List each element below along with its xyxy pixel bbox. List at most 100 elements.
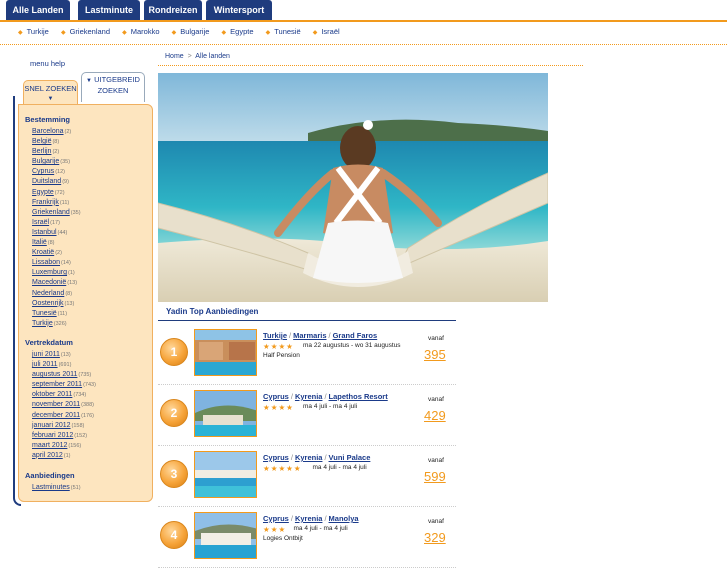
hotel-thumbnail[interactable] xyxy=(194,512,257,559)
offer-row[interactable]: 2 Cyprus / Kyrenia / Lapethos Resort ★★★★ ma 4 … xyxy=(158,386,456,446)
bestemming-item[interactable]: Duitsland(9) xyxy=(32,177,81,187)
tab-lastminute[interactable]: Lastminute xyxy=(78,0,140,21)
bestemming-item-label[interactable]: Barcelona xyxy=(32,128,64,135)
bestemming-item-label[interactable]: Italië xyxy=(32,239,47,246)
bestemming-item[interactable]: Israël(17) xyxy=(32,218,81,228)
bestemming-item[interactable]: Italië(8) xyxy=(32,238,81,248)
bestemming-item-label[interactable]: Bulgarije xyxy=(32,158,59,165)
offer-price-link[interactable]: 429 xyxy=(424,408,446,423)
offer-country-link[interactable]: Turkije xyxy=(263,331,287,340)
bestemming-item-label[interactable]: Griekenland xyxy=(32,209,70,216)
offer-price-link[interactable]: 599 xyxy=(424,469,446,484)
menu-help-link[interactable]: menu help xyxy=(30,59,65,68)
country-link-griekenland[interactable]: Griekenland xyxy=(61,27,110,36)
bestemming-item-label[interactable]: Luxemburg xyxy=(32,269,67,276)
bestemming-item-label[interactable]: Egypte xyxy=(32,189,54,196)
vertrekdatum-item[interactable]: juli 2011(691) xyxy=(32,360,96,370)
bestemming-item[interactable]: Nederland(8) xyxy=(32,289,81,299)
bestemming-item-label[interactable]: Berlijn xyxy=(32,148,51,155)
tab-snel-zoeken[interactable]: SNEL ZOEKEN ▼ xyxy=(23,80,78,106)
bestemming-item[interactable]: Oostenrijk(13) xyxy=(32,299,81,309)
bestemming-item-label[interactable]: Lissabon xyxy=(32,259,60,266)
bestemming-item[interactable]: Istanbul(44) xyxy=(32,228,81,238)
bestemming-item[interactable]: Macedonië(13) xyxy=(32,278,81,288)
hotel-thumbnail[interactable] xyxy=(194,451,257,498)
vertrekdatum-item[interactable]: juni 2011(13) xyxy=(32,350,96,360)
bestemming-item[interactable]: Cyprus(12) xyxy=(32,167,81,177)
vertrekdatum-item-label[interactable]: april 2012 xyxy=(32,452,63,459)
aanbieding-item[interactable]: Lastminutes(51) xyxy=(32,483,81,493)
vertrekdatum-item-label[interactable]: augustus 2011 xyxy=(32,371,77,378)
bestemming-item[interactable]: Barcelona(2) xyxy=(32,127,81,137)
bestemming-item[interactable]: Luxemburg(1) xyxy=(32,268,81,278)
hotel-thumbnail[interactable] xyxy=(194,390,257,437)
vertrekdatum-item-label[interactable]: oktober 2011 xyxy=(32,391,72,398)
tab-wintersport[interactable]: Wintersport xyxy=(206,0,272,21)
offer-region-link[interactable]: Kyrenia xyxy=(295,514,323,523)
offer-hotel-link[interactable]: Grand Faros xyxy=(333,331,378,340)
offer-row[interactable]: 3 Cyprus / Kyrenia / Vuni Palace ★★★★★ ma 4 jul… xyxy=(158,447,456,507)
vertrekdatum-item[interactable]: september 2011(743) xyxy=(32,380,96,390)
country-link-israel[interactable]: Israël xyxy=(313,27,340,36)
tab-uitgebreid-zoeken[interactable]: ▼ UITGEBREID ZOEKEN xyxy=(81,72,145,102)
vertrekdatum-item[interactable]: april 2012(1) xyxy=(32,451,96,461)
bestemming-item[interactable]: Griekenland(35) xyxy=(32,208,81,218)
bestemming-item[interactable]: Lissabon(14) xyxy=(32,258,81,268)
vertrekdatum-item-label[interactable]: september 2011 xyxy=(32,381,82,388)
bestemming-item-label[interactable]: Oostenrijk xyxy=(32,300,64,307)
hotel-thumbnail[interactable] xyxy=(194,329,257,376)
tab-alle-landen[interactable]: Alle Landen xyxy=(6,0,70,21)
bestemming-item[interactable]: Kroatië(2) xyxy=(32,248,81,258)
country-link-egypte[interactable]: Egypte xyxy=(222,27,254,36)
offer-price-link[interactable]: 395 xyxy=(424,347,446,362)
tab-rondreizen[interactable]: Rondreizen xyxy=(144,0,202,21)
vertrekdatum-item-label[interactable]: maart 2012 xyxy=(32,442,67,449)
bestemming-item-label[interactable]: Turkije xyxy=(32,320,53,327)
offer-region-link[interactable]: Kyrenia xyxy=(295,392,323,401)
offer-country-link[interactable]: Cyprus xyxy=(263,514,289,523)
offer-price-link[interactable]: 329 xyxy=(424,530,446,545)
aanbieding-item-label[interactable]: Lastminutes xyxy=(32,484,70,491)
vertrekdatum-item-label[interactable]: februari 2012 xyxy=(32,432,73,439)
vertrekdatum-item[interactable]: oktober 2011(734) xyxy=(32,390,96,400)
bestemming-item-label[interactable]: Macedonië xyxy=(32,279,66,286)
bestemming-item[interactable]: België(8) xyxy=(32,137,81,147)
vertrekdatum-item[interactable]: december 2011(176) xyxy=(32,411,96,421)
offer-hotel-link[interactable]: Lapethos Resort xyxy=(329,392,388,401)
vertrekdatum-item-label[interactable]: december 2011 xyxy=(32,412,80,419)
vertrekdatum-item-label[interactable]: november 2011 xyxy=(32,401,80,408)
vertrekdatum-item-label[interactable]: juli 2011 xyxy=(32,361,58,368)
bestemming-item-label[interactable]: Israël xyxy=(32,219,49,226)
vertrekdatum-item[interactable]: februari 2012(152) xyxy=(32,431,96,441)
offer-row[interactable]: 1 Turkije / Marmaris / Grand Faros ★★★★ ma 22 a… xyxy=(158,325,456,385)
vertrekdatum-item[interactable]: augustus 2011(735) xyxy=(32,370,96,380)
bestemming-item-label[interactable]: Frankrijk xyxy=(32,199,59,206)
breadcrumb-current[interactable]: Alle landen xyxy=(195,53,230,60)
offer-row[interactable]: 4 Cyprus / Kyrenia / Manolya ★★★ ma 4 juli - ma… xyxy=(158,508,456,568)
bestemming-item-label[interactable]: Tunesië xyxy=(32,310,57,317)
bestemming-item-label[interactable]: Istanbul xyxy=(32,229,57,236)
bestemming-item[interactable]: Tunesië(11) xyxy=(32,309,81,319)
offer-hotel-link[interactable]: Manolya xyxy=(329,514,359,523)
country-link-turkije[interactable]: Turkije xyxy=(18,27,49,36)
bestemming-item[interactable]: Berlijn(2) xyxy=(32,147,81,157)
bestemming-item-label[interactable]: Cyprus xyxy=(32,168,54,175)
vertrekdatum-item[interactable]: november 2011(388) xyxy=(32,400,96,410)
country-link-bulgarije[interactable]: Bulgarije xyxy=(172,27,210,36)
breadcrumb-home[interactable]: Home xyxy=(165,53,184,60)
bestemming-item[interactable]: Bulgarije(35) xyxy=(32,157,81,167)
offer-region-link[interactable]: Marmaris xyxy=(293,331,326,340)
bestemming-item-label[interactable]: Nederland xyxy=(32,290,64,297)
bestemming-item-label[interactable]: Kroatië xyxy=(32,249,54,256)
vertrekdatum-item-label[interactable]: januari 2012 xyxy=(32,422,71,429)
bestemming-item[interactable]: Turkije(326) xyxy=(32,319,81,329)
country-link-marokko[interactable]: Marokko xyxy=(122,27,159,36)
country-link-tunesie[interactable]: Tunesië xyxy=(266,27,301,36)
bestemming-item-label[interactable]: Duitsland xyxy=(32,178,61,185)
offer-country-link[interactable]: Cyprus xyxy=(263,453,289,462)
vertrekdatum-item-label[interactable]: juni 2011 xyxy=(32,351,60,358)
vertrekdatum-item[interactable]: januari 2012(158) xyxy=(32,421,96,431)
offer-region-link[interactable]: Kyrenia xyxy=(295,453,323,462)
bestemming-item[interactable]: Egypte(72) xyxy=(32,188,81,198)
bestemming-item[interactable]: Frankrijk(11) xyxy=(32,198,81,208)
